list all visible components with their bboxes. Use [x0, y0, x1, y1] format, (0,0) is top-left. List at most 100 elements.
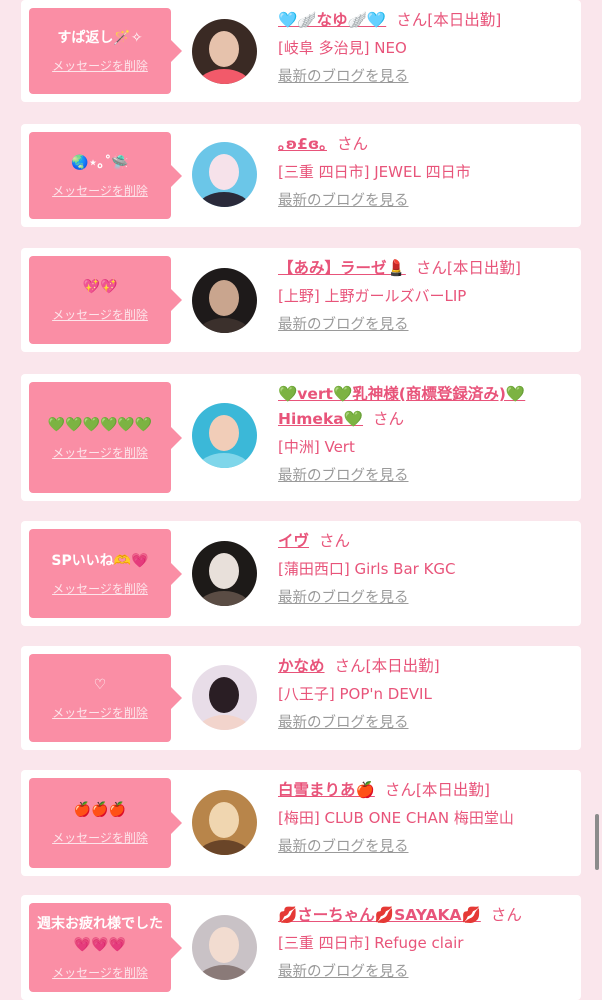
- shop-location: [三重 四日市] JEWEL 四日市: [278, 163, 471, 181]
- shop-location: [岐阜 多治見] NEO: [278, 39, 407, 57]
- message-card: 🌏⋆｡˚🛸 メッセージを削除 ｡ʚ£ɞ｡ さん [三重 四日市] JEWEL 四日市最新…: [21, 124, 581, 227]
- profile-name-link[interactable]: 💋さーちゃん💋SAYAKA💋: [278, 906, 481, 924]
- avatar-photo: [192, 541, 257, 606]
- message-card: すぱ返し🪄✧ メッセージを削除 🩵🪽なゆ🪽🩵 さん[本日出勤] [岐阜 多治見] NEO…: [21, 0, 581, 102]
- message-list: すぱ返し🪄✧ メッセージを削除 🩵🪽なゆ🪽🩵 さん[本日出勤] [岐阜 多治見] NEO…: [0, 0, 602, 1000]
- honorific-label: さん: [415, 259, 447, 277]
- shop-location: [中洲] Vert: [278, 438, 355, 456]
- profile-name-link[interactable]: ｡ʚ£ɞ｡: [278, 135, 327, 153]
- shop-location: [梅田] CLUB ONE CHAN 梅田堂山: [278, 809, 514, 827]
- shop-location: [八王子] POP'n DEVIL: [278, 685, 432, 703]
- message-bubble: 💚💚💚💚💚💚 メッセージを削除: [29, 382, 182, 493]
- profile-info: 🩵🪽なゆ🪽🩵 さん[本日出勤] [岐阜 多治見] NEO 最新のブログを見る: [278, 8, 569, 89]
- latest-blog-link[interactable]: 最新のブログを見る: [278, 586, 409, 610]
- latest-blog-link[interactable]: 最新のブログを見る: [278, 464, 409, 488]
- avatar[interactable]: [192, 790, 257, 855]
- message-text: 週末お疲れ様でした💗💗💗: [37, 916, 163, 953]
- profile-info: 白雪まりあ🍎 さん[本日出勤] [梅田] CLUB ONE CHAN 梅田堂山最新の…: [278, 778, 569, 859]
- profile-name-link[interactable]: 白雪まりあ🍎: [278, 781, 375, 799]
- message-card: 💚💚💚💚💚💚 メッセージを削除 💚vert💚乳神様(商標登録済み)💚Himeka💚 さ…: [21, 374, 581, 501]
- name-line: 白雪まりあ🍎 さん[本日出勤]: [278, 778, 569, 803]
- message-card: SPいいね🫶💗 メッセージを削除 イヴ さん [蒲田西口] Girls Bar KGC 最…: [21, 521, 581, 626]
- scrollbar-thumb[interactable]: [595, 814, 599, 870]
- honorific-label: さん: [319, 532, 351, 550]
- latest-blog-link[interactable]: 最新のブログを見る: [278, 960, 409, 984]
- work-status-label: [本日出勤]: [415, 781, 490, 799]
- avatar-photo: [192, 665, 257, 730]
- profile-name-link[interactable]: 🩵🪽なゆ🪽🩵: [278, 11, 386, 29]
- honorific-label: さん: [384, 781, 416, 799]
- profile-info: ｡ʚ£ɞ｡ さん [三重 四日市] JEWEL 四日市最新のブログを見る: [278, 132, 569, 213]
- latest-blog-link[interactable]: 最新のブログを見る: [278, 835, 409, 859]
- avatar[interactable]: [192, 915, 257, 980]
- profile-name-link[interactable]: かなめ: [278, 657, 325, 675]
- name-line: 🩵🪽なゆ🪽🩵 さん[本日出勤]: [278, 8, 569, 33]
- message-bubble: 🌏⋆｡˚🛸 メッセージを削除: [29, 132, 182, 219]
- honorific-label: さん: [336, 135, 368, 153]
- message-bubble: すぱ返し🪄✧ メッセージを削除: [29, 8, 182, 94]
- profile-name-link[interactable]: イヴ: [278, 532, 309, 550]
- delete-message-link[interactable]: メッセージを削除: [52, 182, 148, 199]
- shop-location: [三重 四日市] Refuge clair: [278, 934, 464, 952]
- shop-location: [蒲田西口] Girls Bar KGC: [278, 560, 456, 578]
- message-text: すぱ返し🪄✧: [57, 30, 143, 46]
- avatar[interactable]: [192, 19, 257, 84]
- avatar-photo: [192, 268, 257, 333]
- delete-message-link[interactable]: メッセージを削除: [52, 964, 148, 981]
- message-bubble: ♡ メッセージを削除: [29, 654, 182, 742]
- avatar-photo: [192, 403, 257, 468]
- name-line: 💚vert💚乳神様(商標登録済み)💚Himeka💚 さん: [278, 382, 569, 432]
- honorific-label: さん: [334, 657, 366, 675]
- work-status-label: [本日出勤]: [365, 657, 440, 675]
- delete-message-link[interactable]: メッセージを削除: [52, 704, 148, 721]
- name-line: ｡ʚ£ɞ｡ さん: [278, 132, 569, 157]
- delete-message-link[interactable]: メッセージを削除: [52, 829, 148, 846]
- honorific-label: さん: [396, 11, 428, 29]
- avatar-photo: [192, 19, 257, 84]
- avatar-photo: [192, 142, 257, 207]
- message-text: 🌏⋆｡˚🛸: [71, 154, 129, 171]
- delete-message-link[interactable]: メッセージを削除: [52, 580, 148, 597]
- message-text: 💚💚💚💚💚💚: [47, 416, 153, 433]
- avatar-photo: [192, 790, 257, 855]
- message-bubble: 💖💖 メッセージを削除: [29, 256, 182, 344]
- message-text: SPいいね🫶💗: [51, 552, 149, 569]
- honorific-label: さん: [373, 410, 405, 428]
- profile-info: 💋さーちゃん💋SAYAKA💋 さん [三重 四日市] Refuge clair 最新の…: [278, 903, 569, 984]
- latest-blog-link[interactable]: 最新のブログを見る: [278, 65, 409, 89]
- profile-info: イヴ さん [蒲田西口] Girls Bar KGC 最新のブログを見る: [278, 529, 569, 610]
- latest-blog-link[interactable]: 最新のブログを見る: [278, 313, 409, 337]
- profile-name-link[interactable]: 【あみ】ラーゼ💄: [278, 259, 406, 277]
- message-card: 週末お疲れ様でした💗💗💗 メッセージを削除 💋さーちゃん💋SAYAKA💋 さん [三重 …: [21, 895, 581, 1000]
- message-text: 💖💖: [82, 279, 118, 295]
- message-text: ♡: [93, 677, 107, 693]
- avatar[interactable]: [192, 403, 257, 468]
- latest-blog-link[interactable]: 最新のブログを見る: [278, 189, 409, 213]
- name-line: かなめ さん[本日出勤]: [278, 654, 569, 679]
- work-status-label: [本日出勤]: [446, 259, 521, 277]
- delete-message-link[interactable]: メッセージを削除: [52, 444, 148, 461]
- honorific-label: さん: [490, 906, 522, 924]
- avatar[interactable]: [192, 541, 257, 606]
- avatar[interactable]: [192, 665, 257, 730]
- message-bubble: SPいいね🫶💗 メッセージを削除: [29, 529, 182, 618]
- message-card: 💖💖 メッセージを削除 【あみ】ラーゼ💄 さん[本日出勤] [上野] 上野ガールズバーL…: [21, 248, 581, 352]
- latest-blog-link[interactable]: 最新のブログを見る: [278, 711, 409, 735]
- name-line: 💋さーちゃん💋SAYAKA💋 さん: [278, 903, 569, 928]
- message-text: 🍎🍎🍎: [73, 802, 127, 818]
- delete-message-link[interactable]: メッセージを削除: [52, 306, 148, 323]
- shop-location: [上野] 上野ガールズバーLIP: [278, 287, 467, 305]
- avatar[interactable]: [192, 142, 257, 207]
- message-card: ♡ メッセージを削除 かなめ さん[本日出勤] [八王子] POP'n DEVIL 最新の…: [21, 646, 581, 750]
- message-bubble: 週末お疲れ様でした💗💗💗 メッセージを削除: [29, 903, 182, 992]
- profile-info: 💚vert💚乳神様(商標登録済み)💚Himeka💚 さん [中洲] Vert 最新のブ…: [278, 382, 569, 488]
- avatar[interactable]: [192, 268, 257, 333]
- profile-info: かなめ さん[本日出勤] [八王子] POP'n DEVIL 最新のブログを見る: [278, 654, 569, 735]
- delete-message-link[interactable]: メッセージを削除: [52, 57, 148, 74]
- avatar-photo: [192, 915, 257, 980]
- message-bubble: 🍎🍎🍎 メッセージを削除: [29, 778, 182, 868]
- message-card: 🍎🍎🍎 メッセージを削除 白雪まりあ🍎 さん[本日出勤] [梅田] CLUB ONE C…: [21, 770, 581, 876]
- profile-info: 【あみ】ラーゼ💄 さん[本日出勤] [上野] 上野ガールズバーLIP 最新のブログを見…: [278, 256, 569, 337]
- name-line: イヴ さん: [278, 529, 569, 554]
- name-line: 【あみ】ラーゼ💄 さん[本日出勤]: [278, 256, 569, 281]
